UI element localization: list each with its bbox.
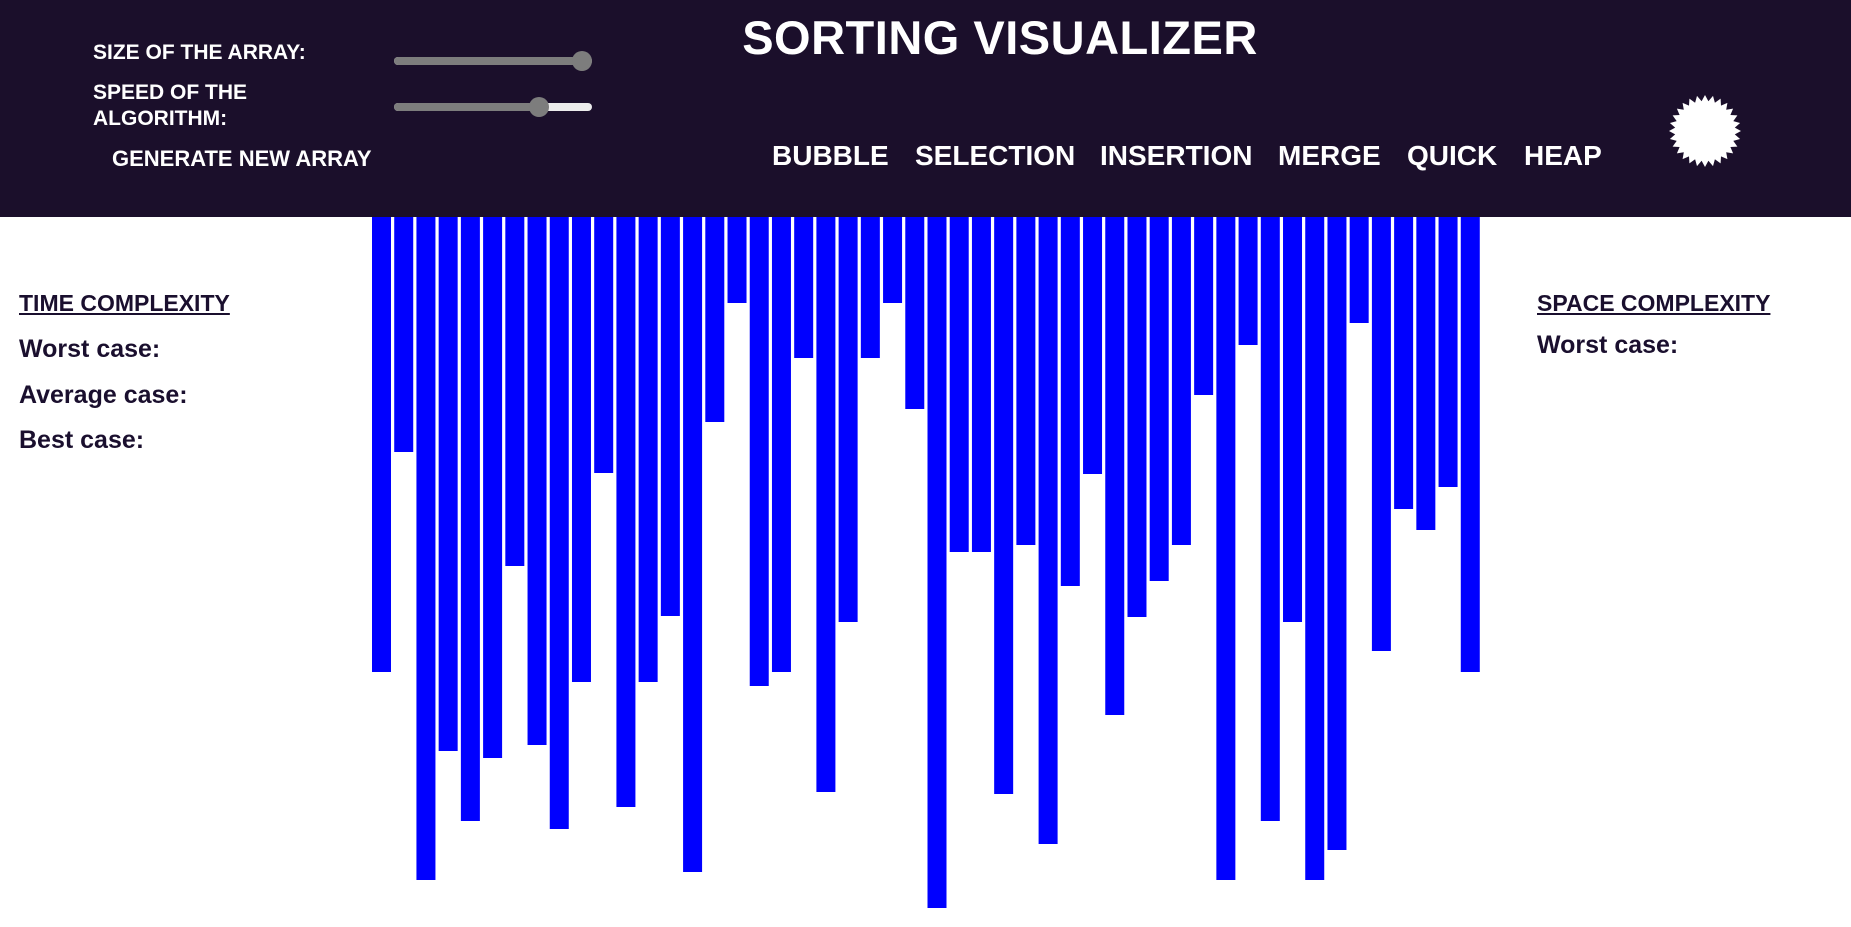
array-bar — [1460, 217, 1480, 672]
time-average-case-label: Average case: — [19, 381, 188, 409]
array-bar — [1327, 217, 1347, 850]
array-bar — [1394, 217, 1414, 509]
array-bar — [683, 217, 703, 872]
array-bar — [1216, 217, 1236, 880]
array-bar — [394, 217, 414, 452]
array-bar — [927, 217, 947, 908]
array-bar — [705, 217, 725, 422]
array-bar — [1083, 217, 1103, 474]
space-complexity-title: SPACE COMPLEXITY — [1537, 290, 1771, 316]
array-bar — [883, 217, 903, 303]
space-worst-case-label: Worst case: — [1537, 331, 1679, 359]
time-complexity-title: TIME COMPLEXITY — [19, 290, 230, 316]
array-bar — [860, 217, 880, 358]
array-bar — [971, 217, 991, 552]
array-bar — [1260, 217, 1280, 821]
array-bar — [438, 217, 458, 751]
array-bar — [1416, 217, 1436, 530]
array-bar — [1038, 217, 1058, 844]
array-bar — [905, 217, 925, 409]
array-bar — [771, 217, 791, 672]
array-bar — [994, 217, 1014, 794]
array-bar — [1149, 217, 1169, 581]
array-bar — [794, 217, 814, 358]
array-bar — [527, 217, 547, 745]
array-bar — [571, 217, 591, 682]
array-bar — [838, 217, 858, 622]
array-bar — [949, 217, 969, 552]
array-bar — [1349, 217, 1369, 323]
time-worst-case-label: Worst case: — [19, 335, 161, 363]
array-bars-chart — [372, 217, 1480, 908]
array-bar — [1171, 217, 1191, 545]
array-bar — [505, 217, 525, 566]
array-bar — [1060, 217, 1080, 586]
array-bar — [416, 217, 436, 880]
array-bar — [1438, 217, 1458, 487]
array-bar — [1283, 217, 1303, 622]
array-bar — [1371, 217, 1391, 651]
array-bar — [1016, 217, 1036, 545]
array-bar — [1127, 217, 1147, 617]
array-bar — [1305, 217, 1325, 880]
array-bar — [594, 217, 614, 473]
array-bar — [483, 217, 503, 758]
time-best-case-label: Best case: — [19, 426, 145, 454]
array-bar — [1105, 217, 1125, 715]
array-bar — [616, 217, 636, 807]
array-bar — [1194, 217, 1214, 395]
array-bar — [816, 217, 836, 792]
array-bar — [749, 217, 769, 686]
array-bar — [549, 217, 569, 829]
array-bar — [1238, 217, 1258, 345]
array-bar — [372, 217, 391, 672]
array-bar — [460, 217, 480, 821]
array-bar — [660, 217, 680, 616]
array-bar — [727, 217, 747, 303]
array-bar — [638, 217, 658, 682]
